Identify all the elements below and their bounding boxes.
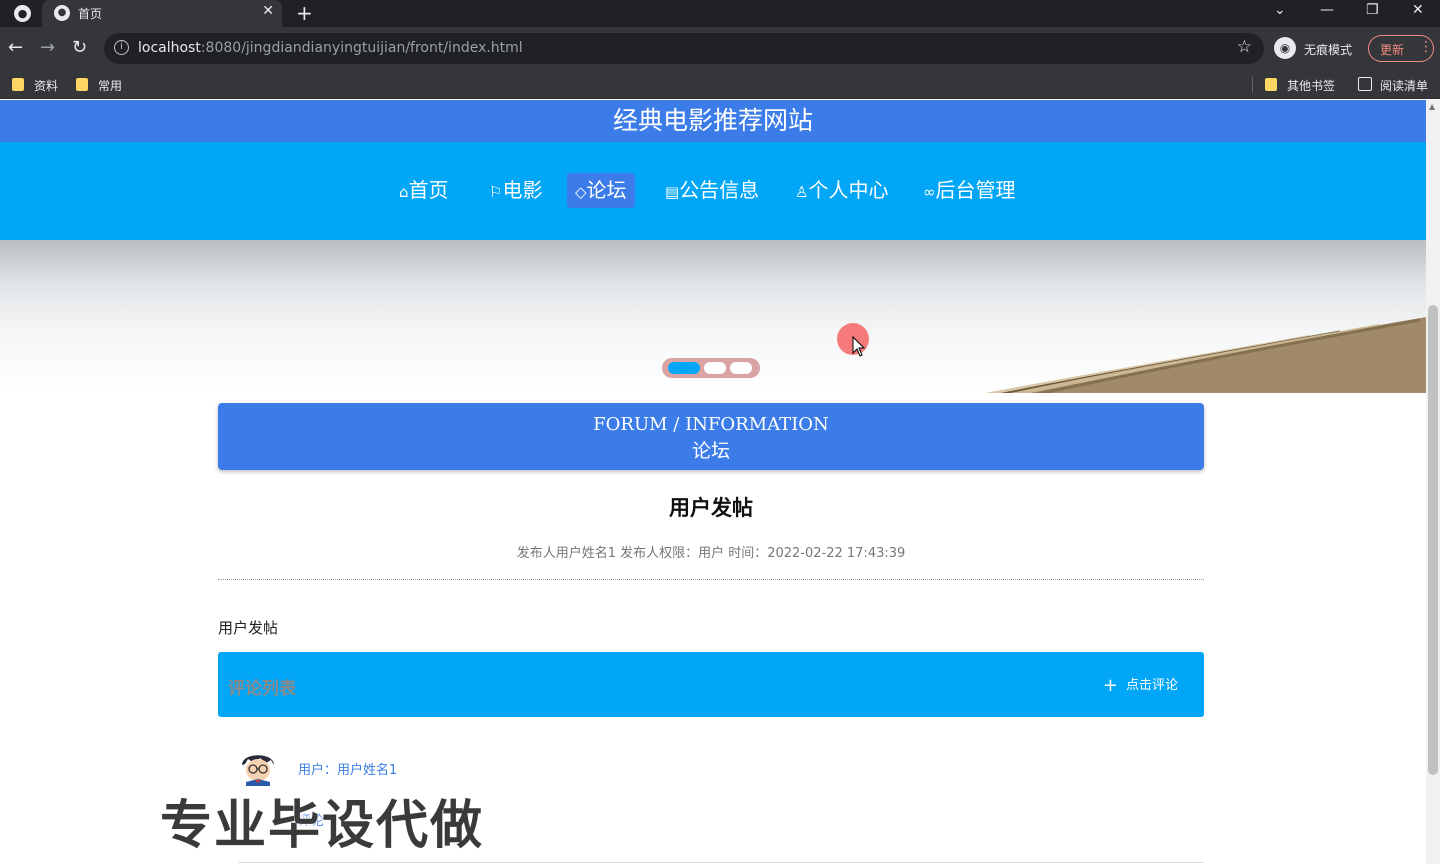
section-title-en: FORUM / INFORMATION (593, 414, 829, 435)
incognito-icon: ◉ (1274, 37, 1296, 59)
window-close-icon[interactable]: ✕ (1412, 2, 1424, 18)
folder-icon (1265, 78, 1277, 91)
section-title-zh: 论坛 (691, 440, 730, 462)
more-menu-icon: ⋮ (1419, 39, 1433, 55)
bookmark-star-icon[interactable]: ☆ (1237, 37, 1252, 57)
nav-label: 电影 (502, 178, 543, 202)
restore-icon[interactable]: ❐ (1366, 2, 1379, 18)
site-header: 经典电影推荐网站 (0, 100, 1426, 142)
carousel-dot-3[interactable] (730, 362, 752, 374)
post-title: 用户发帖 (669, 496, 753, 520)
nav-item-notices[interactable]: ▤公告信息 (657, 173, 767, 208)
update-button[interactable]: 更新 ⋮ (1368, 35, 1434, 62)
site-title: 经典电影推荐网站 (612, 106, 813, 135)
scrollbar-thumb[interactable] (1428, 305, 1438, 775)
bookmarks-separator (1252, 77, 1253, 93)
site-info-icon[interactable]: i (114, 40, 129, 55)
home-icon: ⌂ (399, 183, 409, 201)
bookmarks-bar: 资料 常用 其他书签 阅读清单 (0, 70, 1440, 99)
browser-tab-strip: ● ● 首页 ✕ + ⌄ — ❐ ✕ (0, 0, 1440, 27)
comment-list-header: 评论列表 + 点击评论 (218, 652, 1204, 717)
post-divider (218, 579, 1204, 580)
post-meta: 发布人用户姓名1 发布人权限：用户 时间：2022-02-22 17:43:39 (516, 546, 906, 561)
nav-label: 首页 (408, 178, 449, 202)
incognito-label: 无痕模式 (1304, 43, 1353, 57)
nav-label: 论坛 (586, 178, 627, 202)
link-icon: ∞ (923, 183, 936, 201)
browser-tab[interactable]: ● 首页 ✕ (42, 0, 282, 27)
url-text: localhost:8080/jingdiandianyingtuijian/f… (138, 40, 523, 56)
nav-label: 个人中心 (808, 178, 889, 202)
comment-list-title: 评论列表 (228, 679, 296, 699)
new-tab-button[interactable]: + (296, 1, 313, 25)
update-label: 更新 (1380, 43, 1405, 57)
tab-close-icon[interactable]: ✕ (262, 3, 274, 19)
nav-item-profile[interactable]: ♙个人中心 (787, 173, 896, 208)
post-content: 用户发帖 (218, 619, 279, 637)
tag-icon: ◇ (575, 183, 587, 201)
bookmark-label: 资料 (34, 79, 59, 93)
notice-icon: ▤ (665, 183, 680, 201)
forward-icon[interactable]: → (40, 37, 55, 58)
user-icon: ♙ (795, 183, 809, 201)
address-bar[interactable]: i localhost:8080/jingdiandianyingtuijian… (104, 33, 1264, 64)
tab-search-icon[interactable]: ⌄ (1274, 2, 1286, 18)
back-icon[interactable]: ← (8, 37, 23, 58)
folder-icon (76, 78, 88, 91)
nav-label: 后台管理 (935, 178, 1016, 202)
scroll-up-icon[interactable]: ▲ (1429, 102, 1435, 111)
browser-toolbar: ← → ↻ i localhost:8080/jingdiandianyingt… (0, 27, 1440, 70)
carousel-dot-2[interactable] (704, 362, 726, 374)
mouse-cursor-icon (852, 336, 866, 357)
minimize-icon[interactable]: — (1320, 2, 1334, 18)
nav-item-forum[interactable]: ◇论坛 (567, 173, 635, 208)
add-comment-label: 点击评论 (1125, 678, 1178, 693)
nav-item-home[interactable]: ⌂首页 (391, 173, 457, 208)
bookmark-label: 其他书签 (1287, 79, 1336, 93)
carousel-banner[interactable] (0, 240, 1426, 393)
comment-divider (238, 862, 1204, 863)
main-nav: ⌂首页 ⚐电影 ◇论坛 ▤公告信息 ♙个人中心 ∞后台管理 (0, 142, 1426, 240)
reload-icon[interactable]: ↻ (72, 37, 87, 58)
nav-item-movies[interactable]: ⚐电影 (481, 173, 550, 208)
nav-label: 公告信息 (679, 178, 760, 202)
avatar (239, 747, 277, 786)
banner-image (985, 317, 1426, 393)
reading-list-icon (1358, 77, 1372, 91)
watermark-overlay: 专业毕设代做 (160, 796, 485, 856)
flag-icon: ⚐ (489, 183, 503, 201)
tab-title: 首页 (78, 7, 103, 21)
section-banner: FORUM / INFORMATION 论坛 (218, 403, 1204, 470)
folder-icon (12, 78, 24, 91)
add-comment-button[interactable]: + 点击评论 (1103, 674, 1178, 696)
comment-username: 用户：用户姓名1 (298, 763, 398, 778)
page-scrollbar[interactable]: ▲ (1426, 100, 1440, 864)
globe-icon: ● (54, 5, 70, 21)
carousel-dots (662, 358, 760, 378)
browser-menu-icon[interactable]: ● (14, 5, 31, 22)
plus-icon: + (1102, 675, 1118, 696)
bookmark-label: 阅读清单 (1380, 79, 1429, 93)
web-page: 经典电影推荐网站 ⌂首页 ⚐电影 ◇论坛 ▤公告信息 ♙个人中心 ∞后台管理 F… (0, 100, 1426, 864)
nav-item-admin[interactable]: ∞后台管理 (915, 173, 1024, 208)
carousel-dot-1[interactable] (668, 362, 700, 374)
bookmark-label: 常用 (98, 79, 123, 93)
